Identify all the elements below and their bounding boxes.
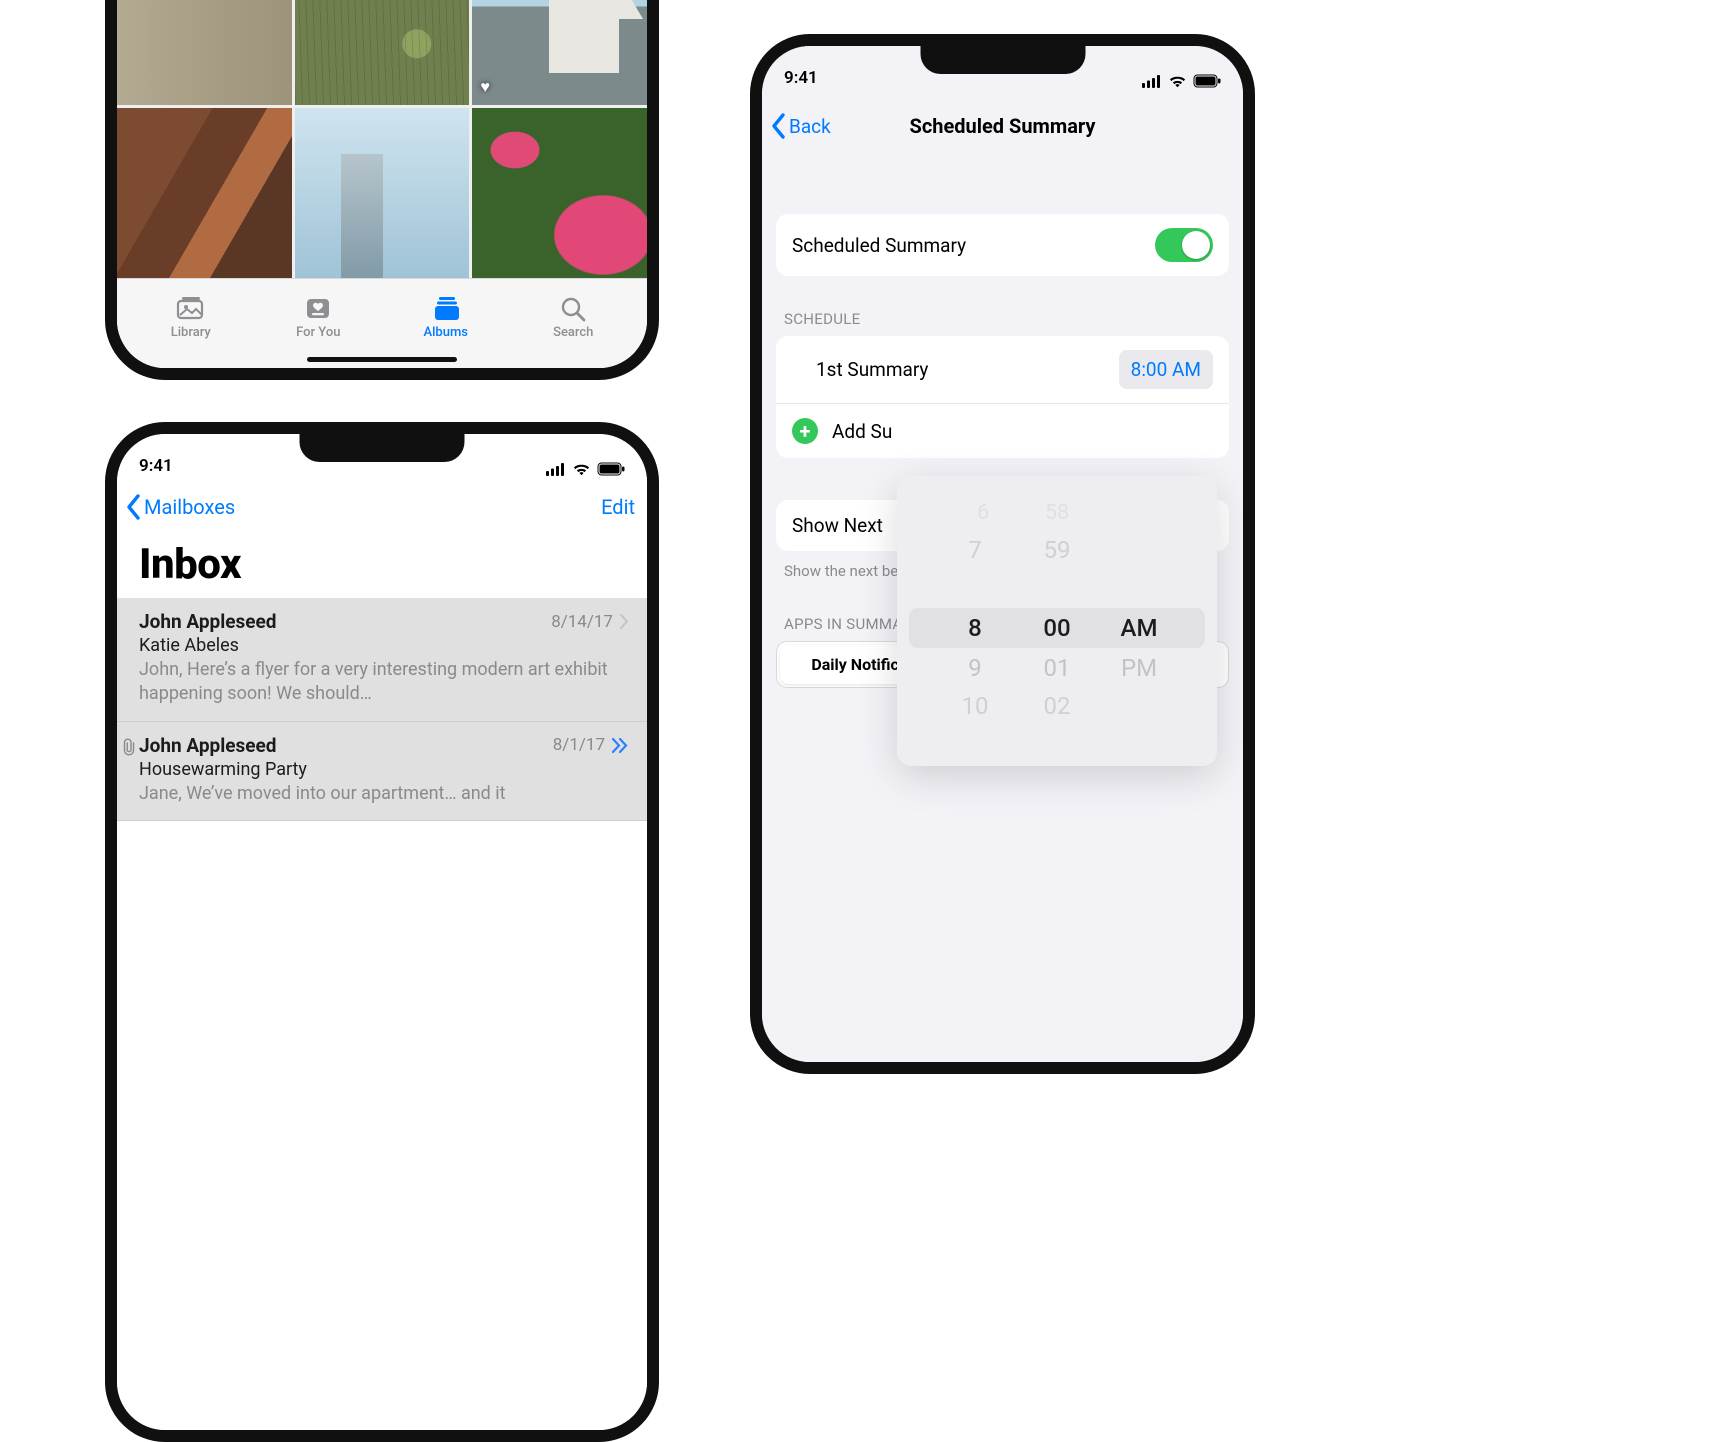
- mail-screen: 9:41 Mailboxes Edit Inbox John Appleseed…: [117, 434, 647, 1430]
- message-date: 8/14/17: [551, 612, 613, 632]
- message-preview: John, Here’s a flyer for a very interest…: [139, 658, 629, 707]
- cellular-icon: [1142, 75, 1162, 88]
- photo-grid[interactable]: ♥ ♥: [117, 0, 647, 278]
- photo-thumbnail[interactable]: ♥: [472, 0, 647, 105]
- paperclip-icon: [121, 738, 137, 756]
- message-row[interactable]: John Appleseed 8/14/17 Katie Abeles John…: [117, 598, 647, 722]
- settings-navbar: Back Scheduled Summary: [762, 98, 1243, 154]
- schedule-header: SCHEDULE: [762, 310, 1243, 336]
- scheduled-summary-toggle[interactable]: [1155, 228, 1213, 262]
- add-summary-label: Add Su: [832, 420, 892, 443]
- message-sender: John Appleseed: [139, 734, 276, 757]
- tab-label: Albums: [424, 325, 468, 340]
- show-next-label: Show Next: [792, 514, 883, 537]
- status-time: 9:41: [784, 68, 818, 88]
- chevron-left-icon: [770, 113, 787, 139]
- battery-icon: [597, 462, 625, 476]
- toggle-card: Scheduled Summary: [776, 214, 1229, 276]
- time-picker-popover[interactable]: 6 58 7 59 8 00 AM 9 01 PM 10 02: [897, 476, 1217, 766]
- tab-label: Search: [553, 325, 593, 340]
- forward-double-icon: [611, 738, 629, 753]
- picker-minute[interactable]: 01: [1036, 654, 1078, 682]
- picker-hour[interactable]: 7: [954, 536, 996, 564]
- tab-library[interactable]: Library: [127, 294, 255, 340]
- back-label: Mailboxes: [144, 495, 235, 519]
- page-title: Inbox: [139, 540, 241, 589]
- status-time: 9:41: [139, 456, 173, 476]
- picker-minute[interactable]: 02: [1036, 692, 1078, 720]
- photos-screen: ♥ ♥ Library For You Albums: [117, 0, 647, 368]
- message-row[interactable]: John Appleseed 8/1/17 Housewarming Party…: [117, 722, 647, 821]
- picker-minute-selected[interactable]: 00: [1036, 614, 1078, 642]
- picker-hour[interactable]: 10: [954, 692, 996, 720]
- picker-hour-selected[interactable]: 8: [954, 614, 996, 642]
- schedule-card: 1st Summary 8:00 AM + Add Su: [776, 336, 1229, 458]
- picker-period-selected[interactable]: AM: [1118, 614, 1160, 642]
- tab-search[interactable]: Search: [510, 294, 638, 340]
- photos-device: ♥ ♥ Library For You Albums: [105, 0, 659, 380]
- tab-label: Library: [171, 325, 211, 340]
- picker-period[interactable]: PM: [1118, 654, 1160, 682]
- mail-navbar: Mailboxes Edit: [117, 482, 647, 532]
- photo-thumbnail[interactable]: [472, 108, 647, 278]
- picker-minute[interactable]: 58: [1038, 499, 1076, 524]
- home-indicator[interactable]: [307, 357, 457, 362]
- notch: [300, 434, 465, 462]
- message-list[interactable]: John Appleseed 8/14/17 Katie Abeles John…: [117, 598, 647, 821]
- back-label: Back: [789, 115, 831, 138]
- notch: [920, 46, 1085, 74]
- message-sender: John Appleseed: [139, 610, 276, 633]
- favorite-icon: ♥: [480, 77, 490, 97]
- settings-screen: 9:41 Back Scheduled Summary Scheduled Su…: [762, 46, 1243, 1062]
- toggle-label: Scheduled Summary: [792, 234, 966, 257]
- settings-device: 9:41 Back Scheduled Summary Scheduled Su…: [750, 34, 1255, 1074]
- first-summary-label: 1st Summary: [792, 358, 928, 381]
- tab-label: For You: [296, 325, 340, 340]
- message-subject: Katie Abeles: [139, 635, 629, 656]
- picker-hour[interactable]: 6: [964, 499, 1002, 524]
- message-subject: Housewarming Party: [139, 759, 629, 780]
- for-you-icon: [302, 294, 334, 322]
- picker-minute[interactable]: 59: [1036, 536, 1078, 564]
- message-preview: Jane, We’ve moved into our apartment… an…: [139, 782, 629, 806]
- back-button[interactable]: Back: [770, 113, 831, 139]
- wifi-icon: [572, 462, 591, 476]
- back-button[interactable]: Mailboxes: [125, 494, 235, 520]
- search-icon: [557, 294, 589, 322]
- first-summary-time[interactable]: 8:00 AM: [1119, 350, 1213, 389]
- wifi-icon: [1168, 74, 1187, 88]
- message-date: 8/1/17: [553, 735, 605, 755]
- mail-device: 9:41 Mailboxes Edit Inbox John Appleseed…: [105, 422, 659, 1442]
- photo-thumbnail[interactable]: [295, 108, 470, 278]
- albums-icon: [430, 294, 462, 322]
- tab-for-you[interactable]: For You: [255, 294, 383, 340]
- cellular-icon: [546, 463, 566, 476]
- library-icon: [175, 294, 207, 322]
- photo-thumbnail[interactable]: [117, 0, 292, 105]
- tab-albums[interactable]: Albums: [382, 294, 510, 340]
- chevron-right-icon: [619, 614, 629, 629]
- page-title: Scheduled Summary: [910, 114, 1096, 138]
- photo-thumbnail[interactable]: [117, 108, 292, 278]
- photos-tabbar: Library For You Albums Search: [117, 278, 647, 368]
- chevron-left-icon: [125, 494, 142, 520]
- add-summary-button[interactable]: +: [792, 418, 818, 444]
- edit-button[interactable]: Edit: [601, 495, 635, 519]
- battery-icon: [1193, 74, 1221, 88]
- photo-thumbnail[interactable]: [295, 0, 470, 105]
- picker-hour[interactable]: 9: [954, 654, 996, 682]
